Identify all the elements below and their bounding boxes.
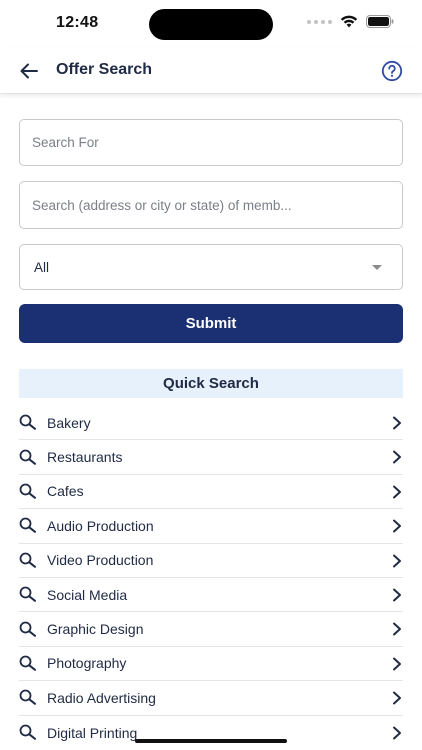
chevron-right-icon <box>393 485 401 499</box>
cellular-signal-icon <box>307 19 332 24</box>
quick-search-item-label: Photography <box>47 655 127 672</box>
chevron-right-icon <box>393 691 401 705</box>
quick-search-item-label: Digital Printing <box>47 724 138 741</box>
search-icon <box>19 586 39 604</box>
app-header: Offer Search <box>0 48 422 94</box>
category-select[interactable]: All <box>19 244 403 290</box>
search-icon <box>19 414 39 432</box>
chevron-right-icon <box>393 726 401 740</box>
quick-search-item-label: Social Media <box>47 586 128 603</box>
chevron-right-icon <box>393 450 401 464</box>
chevron-right-icon <box>393 554 401 568</box>
question-circle-icon[interactable] <box>381 60 403 82</box>
quick-search-item-label: Cafes <box>47 483 84 500</box>
search-icon <box>19 620 39 638</box>
quick-search-item-label: Audio Production <box>47 517 154 534</box>
quick-search-item-label: Restaurants <box>47 449 123 466</box>
battery-icon <box>366 15 394 28</box>
search-for-input[interactable] <box>19 119 403 166</box>
arrow-left-icon <box>20 63 38 79</box>
back-button[interactable] <box>16 58 42 84</box>
quick-search-item-bakery[interactable]: Bakery <box>19 406 403 441</box>
search-icon <box>19 654 39 672</box>
chevron-right-icon <box>393 622 401 636</box>
search-icon <box>19 551 39 569</box>
search-icon <box>19 482 39 500</box>
status-icons <box>307 15 394 28</box>
submit-button[interactable]: Submit <box>19 304 403 343</box>
quick-search-item-photography[interactable]: Photography <box>19 647 403 682</box>
search-address-input[interactable] <box>19 181 403 229</box>
search-icon <box>19 448 39 466</box>
quick-search-item-label: Video Production <box>47 552 154 569</box>
quick-search-item-label: Graphic Design <box>47 621 144 638</box>
category-select-value: All <box>34 260 50 275</box>
search-icon <box>19 689 39 707</box>
status-bar: 12:48 <box>0 0 422 48</box>
search-icon <box>19 724 39 742</box>
chevron-right-icon <box>393 519 401 533</box>
chevron-right-icon <box>393 657 401 671</box>
chevron-right-icon <box>393 416 401 430</box>
quick-search-item-graphic-design[interactable]: Graphic Design <box>19 612 403 647</box>
quick-search-item-radio-advertising[interactable]: Radio Advertising <box>19 681 403 716</box>
wifi-icon <box>340 15 358 28</box>
page-title: Offer Search <box>56 61 153 78</box>
chevron-right-icon <box>393 588 401 602</box>
caret-down-icon <box>372 265 382 270</box>
home-indicator[interactable] <box>135 739 287 743</box>
dynamic-island <box>149 9 273 40</box>
quick-search-title: Quick Search <box>19 369 403 398</box>
quick-search-item-restaurants[interactable]: Restaurants <box>19 440 403 475</box>
quick-search-list: Bakery Restaurants Cafes Audio Productio… <box>19 406 403 750</box>
quick-search-item-label: Bakery <box>47 414 91 431</box>
status-time: 12:48 <box>56 14 99 31</box>
search-icon <box>19 517 39 535</box>
quick-search-item-label: Radio Advertising <box>47 689 156 706</box>
quick-search-item-cafes[interactable]: Cafes <box>19 475 403 510</box>
quick-search-item-digital-printing[interactable]: Digital Printing <box>19 716 403 750</box>
quick-search-item-audio-production[interactable]: Audio Production <box>19 509 403 544</box>
quick-search-item-video-production[interactable]: Video Production <box>19 544 403 578</box>
quick-search-item-social-media[interactable]: Social Media <box>19 578 403 613</box>
